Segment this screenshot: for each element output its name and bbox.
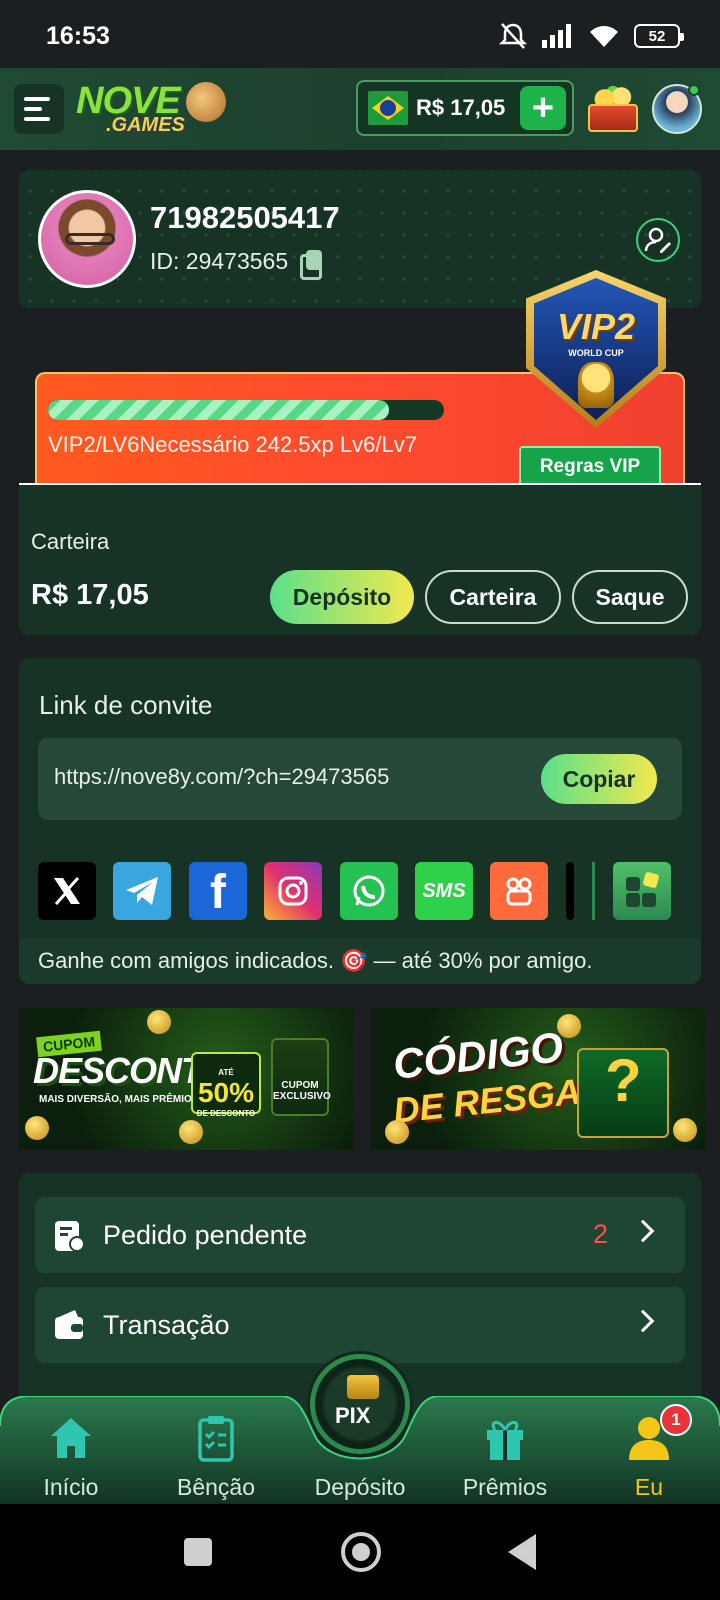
more-share-icon[interactable]: [566, 862, 574, 920]
app-header: NOVE .GAMES R$ 17,05 +: [0, 68, 720, 150]
invite-footer: Ganhe com amigos indicados. 🎯 — até 30% …: [19, 938, 701, 984]
chest-icon: [347, 1375, 379, 1399]
nav-label: Início: [43, 1474, 99, 1500]
nav-label: Eu: [634, 1474, 664, 1500]
telegram-share-icon[interactable]: [113, 862, 171, 920]
status-time: 16:53: [46, 22, 110, 50]
vip-progress-bar: [48, 400, 444, 420]
facebook-share-icon[interactable]: f: [189, 862, 247, 920]
invite-url[interactable]: https://nove8y.com/?ch=29473565: [54, 764, 389, 790]
coin-icon: [179, 1120, 203, 1144]
wallet-balance: R$ 17,05: [31, 579, 149, 611]
wallet-button[interactable]: Carteira: [425, 570, 561, 624]
home-button[interactable]: [341, 1532, 381, 1572]
pix-label: PIX: [335, 1403, 371, 1428]
recent-apps-button[interactable]: [184, 1538, 212, 1566]
invite-card: Link de convite https://nove8y.com/?ch=2…: [19, 658, 701, 984]
coupon-percent: 50%: [197, 1077, 255, 1108]
wallet-card: Carteira R$ 17,05 Depósito Carteira Saqu…: [19, 485, 701, 635]
coupon-banner[interactable]: CUPOM DESCONTO MAIS DIVERSÃO, MAIS PRÊMI…: [19, 1008, 353, 1150]
coin-icon: [673, 1118, 697, 1142]
pending-count: 2: [593, 1219, 609, 1249]
treasure-chest-icon[interactable]: [584, 80, 640, 136]
gift-box-icon: [577, 1046, 669, 1138]
brazil-flag-icon: [368, 91, 408, 125]
nav-blessing[interactable]: Bênção: [156, 1396, 276, 1504]
coupon-ticket: CUPOM EXCLUSIVO: [271, 1038, 331, 1116]
coupon-tagline: MAIS DIVERSÃO, MAIS PRÊMIOS!: [39, 1094, 202, 1105]
status-bar: 16:53 52: [0, 0, 720, 68]
brand-logo[interactable]: NOVE .GAMES: [76, 80, 226, 136]
online-indicator: [688, 84, 700, 96]
apps-share-icon[interactable]: [613, 862, 671, 920]
nav-label: Depósito: [314, 1474, 406, 1500]
copy-id-icon[interactable]: [300, 249, 323, 280]
pending-orders-row[interactable]: Pedido pendente 2: [35, 1197, 685, 1273]
coin-icon: [557, 1014, 581, 1038]
user-id: ID: 29473565: [150, 248, 289, 274]
withdraw-button[interactable]: Saque: [572, 570, 688, 624]
vip-rules-button[interactable]: Regras VIP: [519, 446, 661, 488]
whatsapp-share-icon[interactable]: [340, 862, 398, 920]
x-share-icon[interactable]: [38, 862, 96, 920]
chevron-right-icon: [631, 1309, 655, 1333]
coupon-up-to: ATÉ: [218, 1068, 234, 1077]
silent-notification-icon: [498, 23, 528, 49]
chevron-right-icon: [631, 1219, 655, 1243]
instagram-share-icon[interactable]: [264, 862, 322, 920]
trophy-icon: [578, 362, 614, 408]
nav-prizes[interactable]: Prêmios: [445, 1396, 565, 1504]
redeem-code-banner[interactable]: CÓDIGO DE RESGATE: [371, 1008, 705, 1150]
battery-icon: 52: [634, 24, 684, 48]
pix-deposit-button[interactable]: PIX: [310, 1354, 410, 1454]
transaction-row[interactable]: Transação: [35, 1287, 685, 1363]
share-row: f SMS: [38, 862, 682, 920]
mascot-icon: [186, 82, 226, 122]
balance-display[interactable]: R$ 17,05 +: [356, 80, 574, 136]
coupon-percent-sub: DE DESCONTO: [196, 1109, 256, 1118]
pending-order-icon: [55, 1221, 85, 1252]
invite-footer-text: Ganhe com amigos indicados. 🎯 — até 30% …: [38, 948, 593, 973]
username: 71982505417: [150, 200, 340, 235]
wifi-icon: [590, 26, 618, 47]
menu-button[interactable]: [14, 84, 64, 134]
nav-me[interactable]: Eu: [589, 1396, 709, 1504]
home-icon: [51, 1418, 91, 1458]
deposit-button[interactable]: Depósito: [270, 570, 414, 624]
sms-share-icon[interactable]: SMS: [415, 862, 473, 920]
vip-badge-sub: WORLD CUP: [568, 348, 624, 358]
add-funds-button[interactable]: +: [520, 86, 566, 130]
nav-label: Bênção: [176, 1474, 255, 1500]
system-navigation: [0, 1504, 720, 1600]
vip-badge[interactable]: VIP2 WORLD CUP: [522, 270, 672, 430]
menu-item-label: Transação: [103, 1310, 230, 1340]
back-button[interactable]: [508, 1534, 536, 1570]
edit-profile-button[interactable]: [636, 218, 680, 262]
menu-item-label: Pedido pendente: [103, 1220, 308, 1250]
copy-link-button[interactable]: Copiar: [541, 754, 657, 804]
wallet-icon: [55, 1310, 83, 1339]
header-balance: R$ 17,05: [416, 95, 506, 120]
avatar[interactable]: [38, 190, 136, 288]
wallet-title: Carteira: [31, 529, 110, 554]
nav-label: Prêmios: [462, 1474, 548, 1500]
nav-home[interactable]: Início: [11, 1396, 131, 1504]
invite-title: Link de convite: [39, 690, 213, 720]
gift-icon: [487, 1421, 523, 1460]
signal-icon: [542, 24, 571, 48]
invite-link-box: https://nove8y.com/?ch=29473565 Copiar: [38, 738, 682, 820]
coin-icon: [385, 1120, 409, 1144]
kwai-share-icon[interactable]: [490, 862, 548, 920]
coupon-percent-box: ATÉ 50% DE DESCONTO: [191, 1052, 261, 1118]
share-divider: [592, 862, 595, 920]
vip-progress-text: VIP2/LV6Necessário 242.5xp Lv6/Lv7: [48, 432, 417, 457]
vip-badge-label: VIP2: [556, 306, 636, 347]
coin-icon: [147, 1010, 171, 1034]
coin-icon: [25, 1116, 49, 1140]
user-edit-icon: [644, 227, 671, 253]
notification-badge: 1: [660, 1404, 692, 1436]
clipboard-icon: [198, 1416, 234, 1462]
